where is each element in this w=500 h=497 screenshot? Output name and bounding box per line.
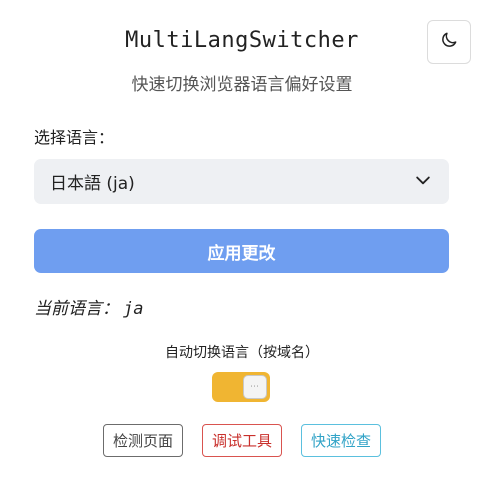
moon-icon bbox=[439, 30, 459, 54]
auto-switch-toggle[interactable]: ⋯ bbox=[212, 372, 270, 402]
chevron-down-icon bbox=[413, 170, 433, 194]
detect-page-button[interactable]: 检测页面 bbox=[102, 424, 183, 457]
grip-icon: ⋯ bbox=[250, 381, 260, 392]
theme-toggle-button[interactable] bbox=[427, 20, 471, 64]
current-language: 当前语言： ja bbox=[34, 294, 143, 319]
app-title: MultiLangSwitcher bbox=[125, 28, 359, 53]
apply-changes-button[interactable]: 应用更改 bbox=[34, 229, 449, 273]
quick-check-button[interactable]: 快速检查 bbox=[301, 424, 382, 457]
app-subtitle: 快速切换浏览器语言偏好设置 bbox=[131, 75, 353, 95]
debug-tools-button[interactable]: 调试工具 bbox=[201, 424, 282, 457]
current-language-label: 当前语言： bbox=[34, 299, 119, 319]
tools-row: 检测页面 调试工具 快速检查 bbox=[0, 424, 484, 457]
current-language-code: ja bbox=[123, 299, 144, 319]
language-select[interactable]: 日本語 (ja) bbox=[34, 159, 449, 204]
language-select-value: 日本語 (ja) bbox=[50, 174, 135, 194]
toggle-knob: ⋯ bbox=[243, 375, 267, 399]
auto-switch-label: 自动切换语言（按域名） bbox=[165, 345, 319, 361]
language-label: 选择语言： bbox=[34, 128, 115, 147]
